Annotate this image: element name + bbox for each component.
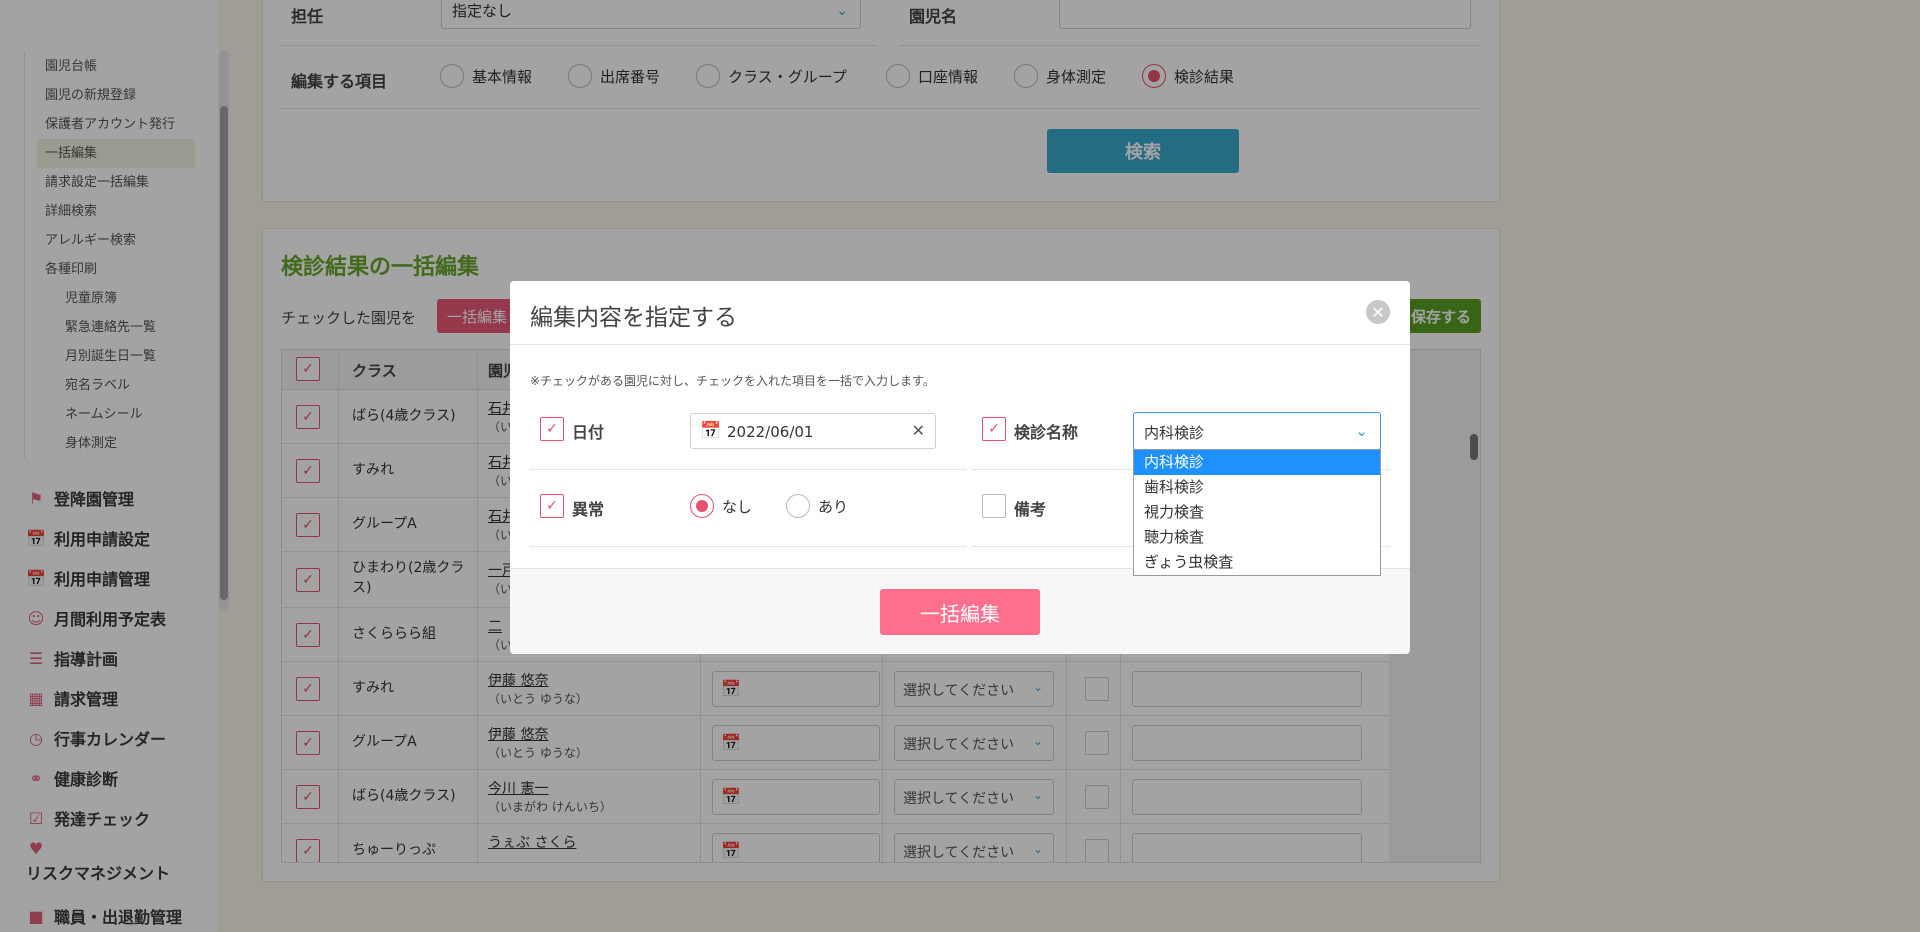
dropdown-option-pinworm[interactable]: ぎょう虫検査 xyxy=(1134,550,1380,575)
radio-button-selected[interactable] xyxy=(690,494,714,518)
divider xyxy=(530,546,966,547)
radio-button[interactable] xyxy=(786,494,810,518)
modal-header: 編集内容を指定する ✕ xyxy=(510,281,1410,345)
dropdown-option-hearing[interactable]: 聴力検査 xyxy=(1134,525,1380,550)
abnormal-option-yes[interactable]: あり xyxy=(786,494,848,518)
exam-name-checkbox[interactable]: ✓ xyxy=(982,417,1006,441)
abnormal-label: 異常 xyxy=(572,500,605,519)
exam-name-dropdown: 内科検診 歯科検診 視力検査 聴力検査 ぎょう虫検査 xyxy=(1133,449,1381,576)
date-value: 2022/06/01 xyxy=(727,423,814,441)
abnormal-option-label: なし xyxy=(722,497,753,516)
remarks-label: 備考 xyxy=(1014,500,1047,519)
abnormal-checkbox[interactable]: ✓ xyxy=(540,494,564,518)
calendar-icon: 📅 xyxy=(700,421,722,441)
divider xyxy=(530,469,966,470)
close-icon[interactable]: ✕ xyxy=(1366,300,1390,324)
modal-footer: 一括編集 xyxy=(510,568,1410,654)
abnormal-option-none[interactable]: なし xyxy=(690,494,752,518)
dropdown-option-internal-medicine[interactable]: 内科検診 xyxy=(1134,450,1380,475)
date-label: 日付 xyxy=(572,423,605,442)
clear-icon[interactable]: ✕ xyxy=(912,421,925,440)
date-input[interactable]: 📅 2022/06/01 ✕ xyxy=(690,413,936,449)
chevron-down-icon: ⌄ xyxy=(1355,422,1368,440)
remarks-checkbox[interactable] xyxy=(982,494,1006,518)
dropdown-option-dental[interactable]: 歯科検診 xyxy=(1134,475,1380,500)
abnormal-option-label: あり xyxy=(818,497,849,516)
modal-bulk-edit-button[interactable]: 一括編集 xyxy=(880,589,1040,635)
exam-name-value: 内科検診 xyxy=(1144,424,1205,442)
exam-name-select[interactable]: 内科検診 ⌄ xyxy=(1133,412,1381,450)
date-checkbox[interactable]: ✓ xyxy=(540,417,564,441)
bulk-edit-modal: 編集内容を指定する ✕ ※チェックがある園児に対し、チェックを入れた項目を一括で… xyxy=(510,281,1410,654)
exam-name-label: 検診名称 xyxy=(1014,423,1079,442)
dropdown-option-vision[interactable]: 視力検査 xyxy=(1134,500,1380,525)
modal-title: 編集内容を指定する xyxy=(530,305,737,331)
modal-note: ※チェックがある園児に対し、チェックを入れた項目を一括で入力します。 xyxy=(530,374,935,388)
